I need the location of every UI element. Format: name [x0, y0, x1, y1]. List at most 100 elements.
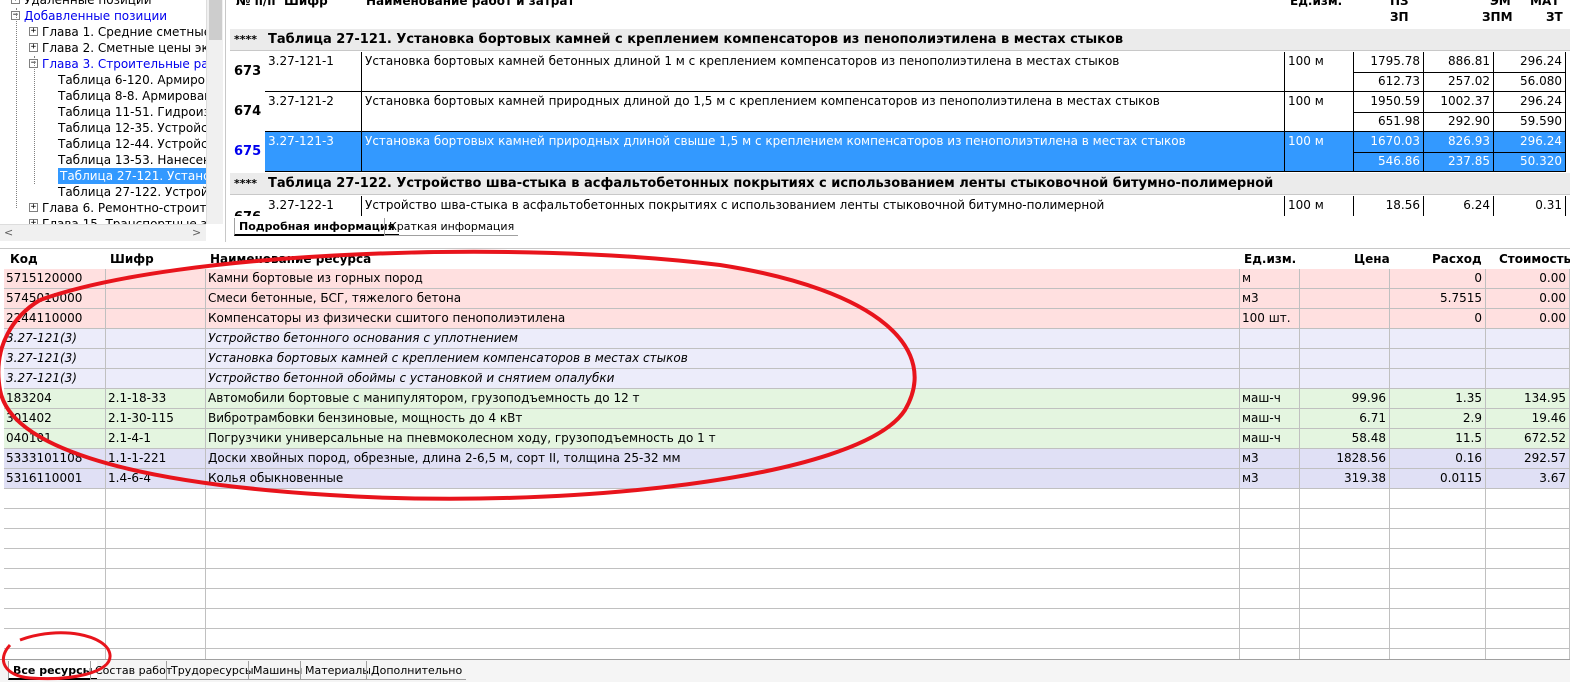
resources-grid[interactable]: Код Шифр Наименование ресурса Ед.изм. Це… — [0, 248, 1570, 660]
resource-cell-name[interactable]: Устройство бетонного основания с уплотне… — [206, 329, 1240, 349]
resource-cell-price[interactable] — [1300, 629, 1390, 649]
tree-item[interactable]: + Глава 6. Ремонтно-строительные — [0, 200, 206, 216]
resource-cell-cipher[interactable] — [106, 549, 206, 569]
tree-item[interactable]: −Глава 3. Строительные работы — [0, 56, 206, 72]
resource-cell-price[interactable] — [1300, 529, 1390, 549]
resource-cell-cipher[interactable] — [106, 489, 206, 509]
resource-cell-price[interactable] — [1300, 569, 1390, 589]
resource-cell-cipher[interactable] — [106, 289, 206, 309]
resource-cell-name[interactable]: Смеси бетонные, БСГ, тяжелого бетона — [206, 289, 1240, 309]
empty-row[interactable] — [4, 629, 1570, 649]
resource-cell-unit[interactable] — [1240, 369, 1300, 389]
resource-cell-unit[interactable]: маш-ч — [1240, 409, 1300, 429]
resource-cell-cipher[interactable] — [106, 329, 206, 349]
resource-cell-cipher[interactable] — [106, 509, 206, 529]
resource-cell-cost[interactable] — [1486, 349, 1570, 369]
tree-scroll-thumb[interactable] — [209, 0, 222, 40]
resource-cell-name[interactable]: Компенсаторы из физически сшитого пенопо… — [206, 309, 1240, 329]
resource-row[interactable]: 3.27-121(3) Устройство бетонной обоймы с … — [4, 369, 1570, 389]
resource-cell-code[interactable] — [4, 529, 106, 549]
resource-cell-price[interactable] — [1300, 269, 1390, 289]
tree-item[interactable]: + Удаленные позиции — [0, 0, 206, 8]
tree-item[interactable]: Таблица 11-51. Гидроизоляция — [0, 104, 206, 120]
empty-row[interactable] — [4, 549, 1570, 569]
resource-cell-code[interactable]: 3.27-121(3) — [4, 349, 106, 369]
resource-cell-code[interactable]: 3.27-121(3) — [4, 329, 106, 349]
resource-row[interactable]: 5333101108 1.1-1-221 Доски хвойных пород, … — [4, 449, 1570, 469]
resource-cell-unit[interactable] — [1240, 629, 1300, 649]
tab-detailed-info[interactable]: Подробная информация — [234, 218, 399, 236]
section-row[interactable]: **** Таблица 27-122. Устройство шва-стык… — [230, 173, 1570, 195]
tree-item[interactable]: Таблица 6-120. Армирование — [0, 72, 206, 88]
resource-cell-qty[interactable] — [1390, 369, 1486, 389]
resource-cell-price[interactable] — [1300, 489, 1390, 509]
resource-cell-price[interactable] — [1300, 309, 1390, 329]
resource-cell-price[interactable]: 1828.56 — [1300, 449, 1390, 469]
position-value-cell[interactable]: 18.56 — [1354, 196, 1424, 216]
resource-row[interactable]: 2244110000 Компенсаторы из физически сшит… — [4, 309, 1570, 329]
resource-cell-cipher[interactable] — [106, 629, 206, 649]
resource-cell-unit[interactable]: м3 — [1240, 469, 1300, 489]
resource-row[interactable]: 5715120000 Камни бортовые из горных пород… — [4, 269, 1570, 289]
resource-cell-cost[interactable] — [1486, 569, 1570, 589]
resource-cell-unit[interactable] — [1240, 569, 1300, 589]
resource-cell-qty[interactable] — [1390, 589, 1486, 609]
tree-item[interactable]: Таблица 12-44. Устройство — [0, 136, 206, 152]
resource-cell-name[interactable] — [206, 549, 1240, 569]
resource-cell-qty[interactable] — [1390, 629, 1486, 649]
resource-cell-cost[interactable]: 19.46 — [1486, 409, 1570, 429]
resource-cell-qty[interactable]: 11.5 — [1390, 429, 1486, 449]
resource-cell-cipher[interactable] — [106, 569, 206, 589]
resource-cell-unit[interactable]: м3 — [1240, 449, 1300, 469]
position-name-cell[interactable]: Установка бортовых камней природных длин… — [362, 92, 1285, 132]
resource-cell-price[interactable]: 6.71 — [1300, 409, 1390, 429]
resource-cell-price[interactable]: 319.38 — [1300, 469, 1390, 489]
col-header-resource-name[interactable]: Наименование ресурса — [210, 252, 371, 266]
resource-cell-cost[interactable]: 672.52 — [1486, 429, 1570, 449]
tab-additional[interactable]: Дополнительно — [366, 661, 467, 680]
position-unit-cell[interactable]: 100 м — [1285, 52, 1354, 92]
resource-cell-cipher[interactable]: 1.4-6-4 — [106, 469, 206, 489]
col-header-price[interactable]: Цена — [1354, 252, 1390, 266]
resource-row[interactable]: 5316110001 1.4-6-4 Колья обыкновенные м3 319… — [4, 469, 1570, 489]
resource-cell-cipher[interactable] — [106, 529, 206, 549]
position-name-cell[interactable]: Установка бортовых камней бетонных длино… — [362, 52, 1285, 92]
resource-cell-cost[interactable]: 0.00 — [1486, 309, 1570, 329]
resource-cell-name[interactable] — [206, 589, 1240, 609]
col-header-cost[interactable]: Стоимость — [1499, 252, 1570, 266]
resource-cell-qty[interactable]: 0.16 — [1390, 449, 1486, 469]
resource-cell-unit[interactable]: м3 — [1240, 289, 1300, 309]
resource-cell-price[interactable]: 99.96 — [1300, 389, 1390, 409]
resource-cell-cipher[interactable]: 2.1-30-115 — [106, 409, 206, 429]
tree-item[interactable]: Таблица 8-8. Армирование — [0, 88, 206, 104]
resource-cell-name[interactable]: Камни бортовые из горных пород — [206, 269, 1240, 289]
position-value-cell[interactable]: 6.24 — [1424, 196, 1494, 216]
resource-cell-unit[interactable]: маш-ч — [1240, 389, 1300, 409]
resource-cell-price[interactable] — [1300, 589, 1390, 609]
resource-cell-price[interactable] — [1300, 329, 1390, 349]
resource-cell-unit[interactable] — [1240, 529, 1300, 549]
empty-row[interactable] — [4, 569, 1570, 589]
position-code-cell[interactable]: 3.27-121-3 — [265, 132, 362, 172]
resource-cell-name[interactable] — [206, 569, 1240, 589]
resource-cell-cost[interactable]: 134.95 — [1486, 389, 1570, 409]
resource-cell-qty[interactable]: 5.7515 — [1390, 289, 1486, 309]
expand-icon[interactable]: + — [29, 27, 38, 36]
resource-cell-qty[interactable] — [1390, 329, 1486, 349]
resource-cell-name[interactable]: Автомобили бортовые с манипулятором, гру… — [206, 389, 1240, 409]
position-unit-cell[interactable]: 100 м — [1285, 196, 1354, 216]
position-value-cell[interactable]: 1795.78 612.73 — [1354, 52, 1424, 92]
resource-cell-code[interactable]: 301402 — [4, 409, 106, 429]
resource-cell-name[interactable]: Устройство бетонной обоймы с установкой … — [206, 369, 1240, 389]
position-value-cell[interactable]: 296.24 59.590 — [1494, 92, 1566, 132]
resource-cell-price[interactable] — [1300, 549, 1390, 569]
empty-row[interactable] — [4, 589, 1570, 609]
resource-cell-qty[interactable]: 0 — [1390, 269, 1486, 289]
resource-cell-code[interactable] — [4, 489, 106, 509]
resource-cell-name[interactable]: Погрузчики универсальные на пневмоколесн… — [206, 429, 1240, 449]
col-header-zpm[interactable]: ЗПМ — [1482, 10, 1513, 24]
tree-item[interactable]: Таблица 12-35. Устройство — [0, 120, 206, 136]
col-header-unit[interactable]: Ед.изм. — [1290, 0, 1342, 8]
resource-cell-name[interactable]: Колья обыкновенные — [206, 469, 1240, 489]
resource-cell-name[interactable] — [206, 609, 1240, 629]
